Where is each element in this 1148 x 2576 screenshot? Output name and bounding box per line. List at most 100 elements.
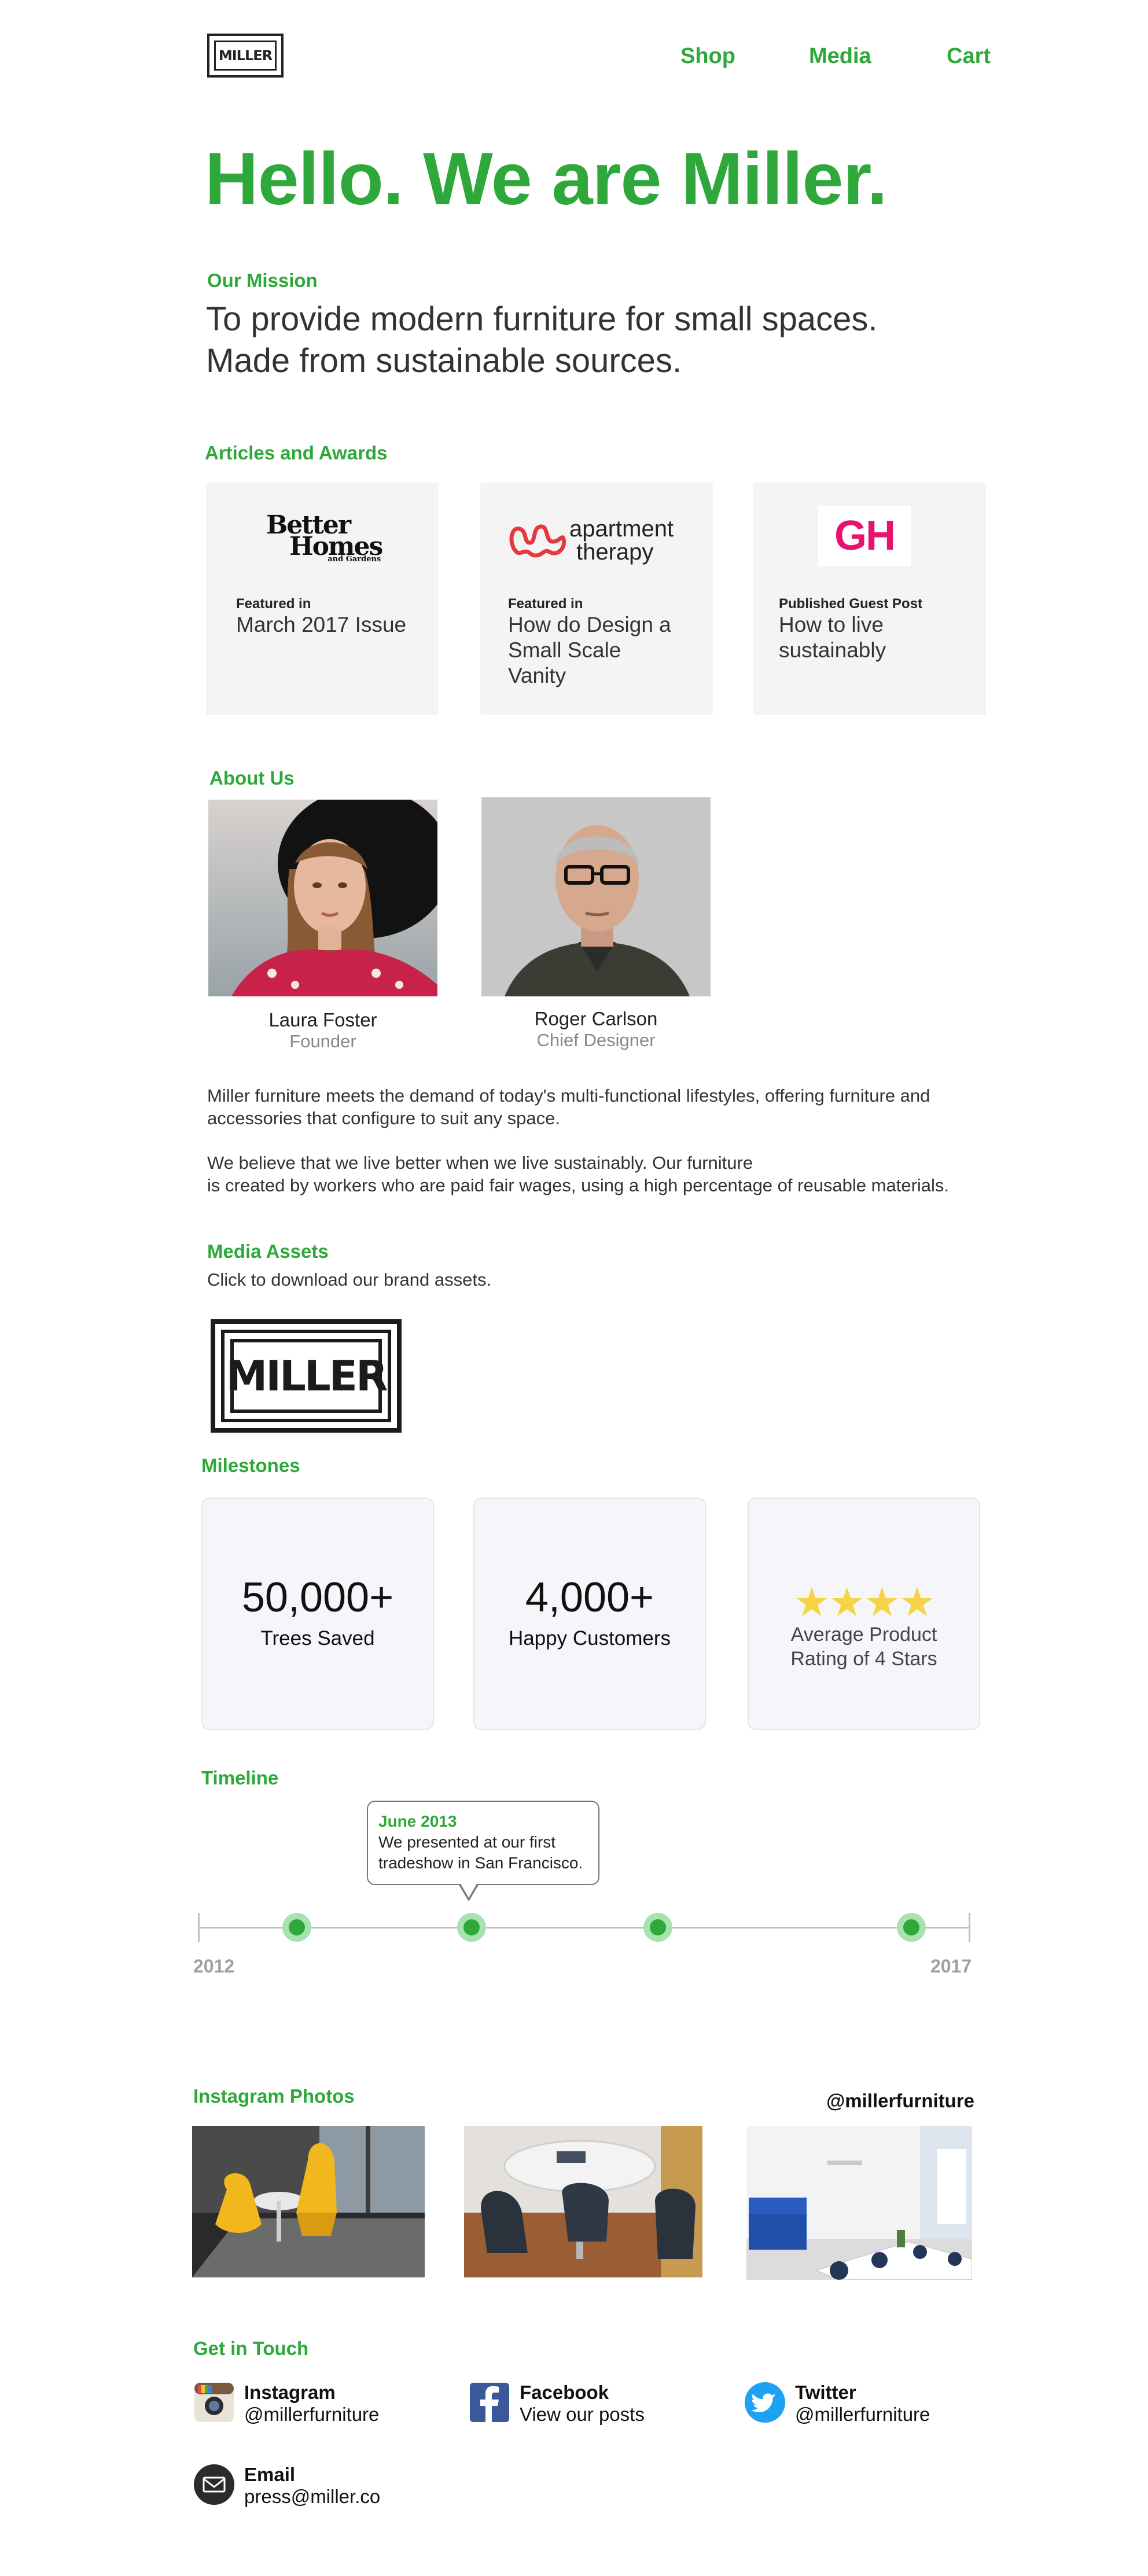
about-paragraph-2-line-1: We believe that we live better when we l… bbox=[207, 1153, 753, 1173]
tooltip-text-line-2: tradeshow in San Francisco. bbox=[378, 1854, 583, 1872]
media-heading: Media Assets bbox=[207, 1241, 329, 1262]
contact-name: Instagram bbox=[244, 2382, 336, 2403]
laura-foster-portrait bbox=[208, 800, 437, 996]
article-card-good-housekeeping[interactable]: GH Published Guest Post How to live sust… bbox=[753, 483, 986, 715]
timeline-tooltip: June 2013 We presented at our first trad… bbox=[367, 1801, 599, 1885]
article-title: How do Design a Small Scale Vanity bbox=[508, 613, 671, 687]
brand-logo-frame-outer: MILLER bbox=[221, 1330, 391, 1422]
timeline-heading: Timeline bbox=[201, 1767, 279, 1789]
roger-carlson-portrait bbox=[481, 797, 711, 996]
milestone-label-line-1: Average Product bbox=[790, 1624, 937, 1646]
article-title: March 2017 Issue bbox=[236, 613, 407, 636]
article-card-apartment-therapy[interactable]: apartment therapy Featured in How do Des… bbox=[480, 483, 713, 715]
apartment-therapy-logo-line-1: apartment bbox=[569, 516, 674, 542]
contact-name: Facebook bbox=[520, 2382, 609, 2403]
instagram-photo-1[interactable] bbox=[192, 2126, 425, 2277]
mission-line-2: Made from sustainable sources. bbox=[206, 342, 682, 380]
instagram-photo-2[interactable] bbox=[464, 2126, 702, 2277]
contact-twitter[interactable]: Twitter @millerfurniture bbox=[744, 2382, 976, 2428]
contact-email[interactable]: Email press@miller.co bbox=[193, 2464, 425, 2510]
mission-heading: Our Mission bbox=[207, 270, 318, 291]
timeline-end-year: 2017 bbox=[930, 1956, 972, 1977]
nav-media-link[interactable]: Media bbox=[809, 44, 871, 69]
roger-carlson-photo bbox=[481, 797, 711, 996]
contact-value: View our posts bbox=[520, 2404, 645, 2425]
contact-value: @millerfurniture bbox=[244, 2404, 380, 2425]
timeline-end-tick bbox=[969, 1913, 970, 1942]
milestone-card-trees: 50,000+ Trees Saved bbox=[201, 1497, 434, 1730]
timeline-start-tick bbox=[198, 1913, 200, 1942]
person-role: Chief Designer bbox=[536, 1030, 656, 1050]
article-card-bhg[interactable]: Better Homes and Gardens Featured in Mar… bbox=[206, 483, 439, 715]
article-kicker: Featured in bbox=[508, 596, 583, 612]
about-heading: About Us bbox=[209, 767, 295, 789]
mission-text: To provide modern furniture for small sp… bbox=[206, 299, 878, 382]
round-table-image bbox=[464, 2126, 702, 2277]
yellow-chairs-image bbox=[192, 2126, 425, 2277]
articles-heading: Articles and Awards bbox=[205, 442, 388, 463]
milestones-heading: Milestones bbox=[201, 1455, 300, 1476]
instagram-photo-3[interactable] bbox=[746, 2126, 972, 2280]
timeline-point-active[interactable] bbox=[457, 1913, 486, 1942]
about-paragraph-2-line-2: is created by workers who are paid fair … bbox=[207, 1175, 950, 1195]
twitter-icon bbox=[745, 2382, 785, 2423]
apartment-therapy-logo-line-2: therapy bbox=[576, 539, 654, 565]
nav-cart-link[interactable]: Cart bbox=[947, 44, 991, 69]
about-paragraph-1: Miller furniture meets the demand of tod… bbox=[207, 1084, 930, 1129]
apartment-therapy-squiggle-icon bbox=[509, 524, 566, 558]
nav-shop-link[interactable]: Shop bbox=[680, 44, 735, 69]
good-housekeeping-logo: GH bbox=[818, 506, 911, 566]
brand-logo-text: MILLER bbox=[226, 1352, 388, 1400]
mission-line-1: To provide modern furniture for small sp… bbox=[206, 300, 878, 338]
laura-foster-photo bbox=[208, 800, 437, 996]
milestone-label: Happy Customers bbox=[508, 1627, 671, 1650]
person-name: Laura Foster bbox=[268, 1009, 377, 1031]
article-kicker: Published Guest Post bbox=[779, 596, 923, 612]
better-homes-logo: Better Homes and Gardens bbox=[266, 513, 383, 564]
timeline-point[interactable] bbox=[643, 1913, 672, 1942]
tooltip-date: June 2013 bbox=[378, 1812, 457, 1830]
milestone-label-line-2: Rating of 4 Stars bbox=[790, 1648, 937, 1670]
tooltip-arrow-fill bbox=[460, 1883, 477, 1898]
miller-logo[interactable]: MILLER bbox=[207, 34, 284, 78]
star-rating-icon: ★★★★ bbox=[793, 1580, 935, 1625]
milestone-label: Average Product Rating of 4 Stars bbox=[749, 1622, 979, 1671]
tooltip-text-line-1: We presented at our first bbox=[378, 1833, 556, 1851]
media-subtext: Click to download our brand assets. bbox=[207, 1269, 492, 1290]
email-icon bbox=[194, 2464, 234, 2505]
contact-instagram[interactable]: Instagram @millerfurniture bbox=[193, 2382, 425, 2428]
about-paragraph-1-line-2: accessories that configure to suit any s… bbox=[207, 1108, 560, 1128]
instagram-heading: Instagram Photos bbox=[193, 2085, 355, 2107]
instagram-icon bbox=[194, 2383, 234, 2422]
contact-facebook[interactable]: Facebook View our posts bbox=[469, 2382, 700, 2428]
milestone-card-customers: 4,000+ Happy Customers bbox=[473, 1497, 706, 1730]
article-kicker: Featured in bbox=[236, 596, 311, 612]
apartment-therapy-logo: apartment therapy bbox=[507, 514, 692, 566]
gh-logo-text: GH bbox=[834, 513, 896, 559]
contact-name: Twitter bbox=[795, 2382, 856, 2403]
conference-room-image bbox=[746, 2126, 972, 2280]
miller-logo-text: MILLER bbox=[218, 47, 273, 64]
timeline-track bbox=[199, 1927, 970, 1929]
milestone-value: 4,000+ bbox=[525, 1574, 654, 1621]
brand-logo-frame-inner: MILLER bbox=[226, 1339, 388, 1413]
contact-name: Email bbox=[244, 2464, 296, 2485]
download-brand-logo[interactable]: MILLER bbox=[211, 1319, 402, 1433]
timeline-point[interactable] bbox=[282, 1913, 311, 1942]
instagram-handle[interactable]: @millerfurniture bbox=[826, 2090, 974, 2112]
contact-value: @millerfurniture bbox=[795, 2404, 930, 2425]
facebook-icon bbox=[470, 2383, 509, 2422]
about-paragraph-1-line-1: Miller furniture meets the demand of tod… bbox=[207, 1085, 930, 1106]
milestone-label: Trees Saved bbox=[260, 1627, 375, 1650]
person-role: Founder bbox=[289, 1031, 356, 1051]
contact-value: press@miller.co bbox=[244, 2486, 381, 2507]
timeline-start-year: 2012 bbox=[193, 1956, 235, 1977]
timeline-point[interactable] bbox=[897, 1913, 926, 1942]
person-name: Roger Carlson bbox=[534, 1008, 658, 1029]
about-paragraph-2: We believe that we live better when we l… bbox=[207, 1151, 949, 1197]
article-title: How to live sustainably bbox=[779, 613, 886, 662]
contact-heading: Get in Touch bbox=[193, 2338, 309, 2359]
milestone-card-rating: ★★★★ Average Product Rating of 4 Stars bbox=[748, 1497, 980, 1730]
miller-logo-frame: MILLER bbox=[214, 41, 277, 71]
hero-title: Hello. We are Miller. bbox=[205, 138, 888, 220]
